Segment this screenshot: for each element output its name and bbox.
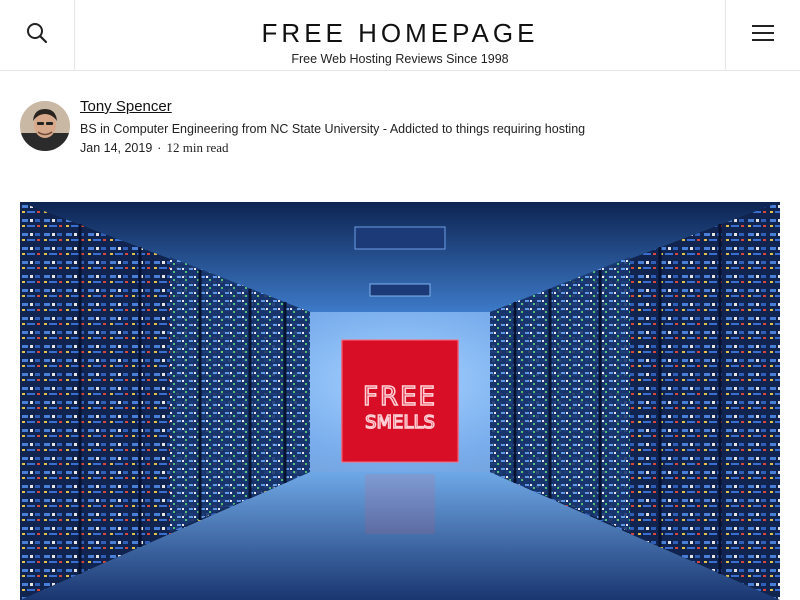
author-meta: Tony Spencer BS in Computer Engineering … (80, 97, 585, 156)
author-avatar[interactable] (20, 101, 70, 151)
post-date: Jan 14, 2019 (80, 141, 153, 155)
server-room-illustration: FREE SMELLS (20, 202, 780, 600)
site-tagline: Free Web Hosting Reviews Since 1998 (291, 52, 509, 66)
dateline-separator: · (157, 141, 162, 155)
hamburger-menu-icon (751, 24, 775, 47)
post-dateline: Jan 14, 2019 · 12 min read (80, 140, 585, 156)
site-header: FREE HOMEPAGE Free Web Hosting Reviews S… (0, 0, 800, 71)
search-icon (26, 22, 48, 49)
read-time: 12 min read (166, 140, 229, 155)
sign-line-2: SMELLS (365, 412, 435, 433)
search-button[interactable] (0, 0, 75, 70)
site-branding: FREE HOMEPAGE Free Web Hosting Reviews S… (75, 0, 725, 70)
menu-button[interactable] (725, 0, 800, 70)
author-name-link[interactable]: Tony Spencer (80, 97, 172, 117)
author-bio: BS in Computer Engineering from NC State… (80, 122, 586, 136)
author-byline: Tony Spencer BS in Computer Engineering … (20, 98, 780, 161)
sign-line-1: FREE (363, 382, 437, 412)
site-title-link[interactable]: FREE HOMEPAGE (75, 0, 725, 48)
hero-image: FREE SMELLS (20, 202, 780, 600)
